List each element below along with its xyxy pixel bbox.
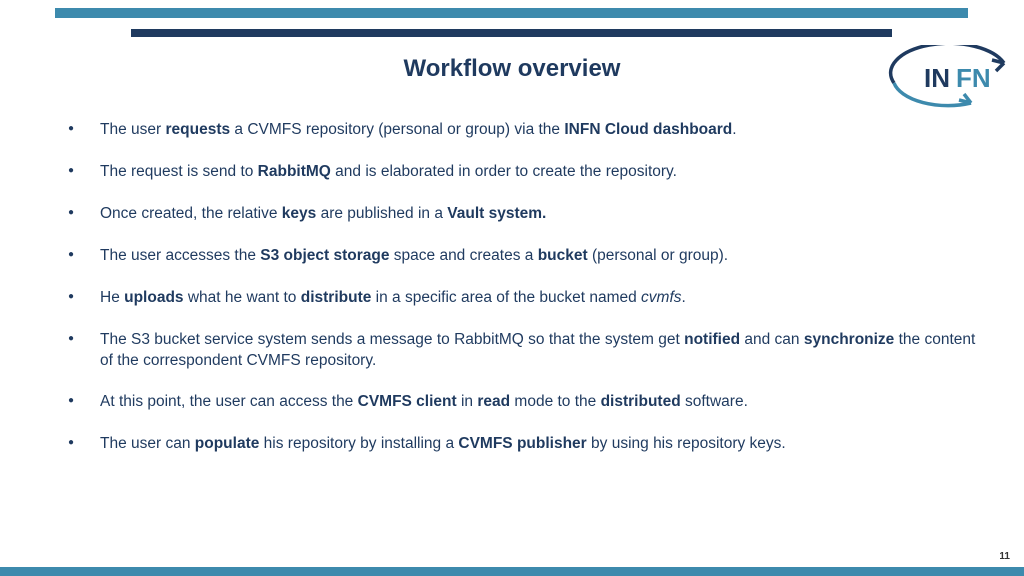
infn-logo: IN FN <box>886 45 1016 110</box>
dark-accent-bar <box>131 29 892 37</box>
svg-text:FN: FN <box>956 63 991 93</box>
bottom-accent-bar <box>0 567 1024 576</box>
bullet-item: The user accesses the S3 object storage … <box>68 246 988 267</box>
bullet-item: At this point, the user can access the C… <box>68 392 988 413</box>
bullet-item: The user requests a CVMFS repository (pe… <box>68 120 988 141</box>
top-accent-bar <box>55 8 968 18</box>
page-number: 11 <box>999 551 1010 562</box>
bullet-item: The user can populate his repository by … <box>68 434 988 455</box>
svg-text:IN: IN <box>924 63 950 93</box>
slide-title: Workflow overview <box>0 55 1024 83</box>
bullet-item: Once created, the relative keys are publ… <box>68 204 988 225</box>
bullet-item: The S3 bucket service system sends a mes… <box>68 330 988 372</box>
bullet-item: He uploads what he want to distribute in… <box>68 288 988 309</box>
bullet-list: The user requests a CVMFS repository (pe… <box>68 120 988 476</box>
bullet-item: The request is send to RabbitMQ and is e… <box>68 162 988 183</box>
